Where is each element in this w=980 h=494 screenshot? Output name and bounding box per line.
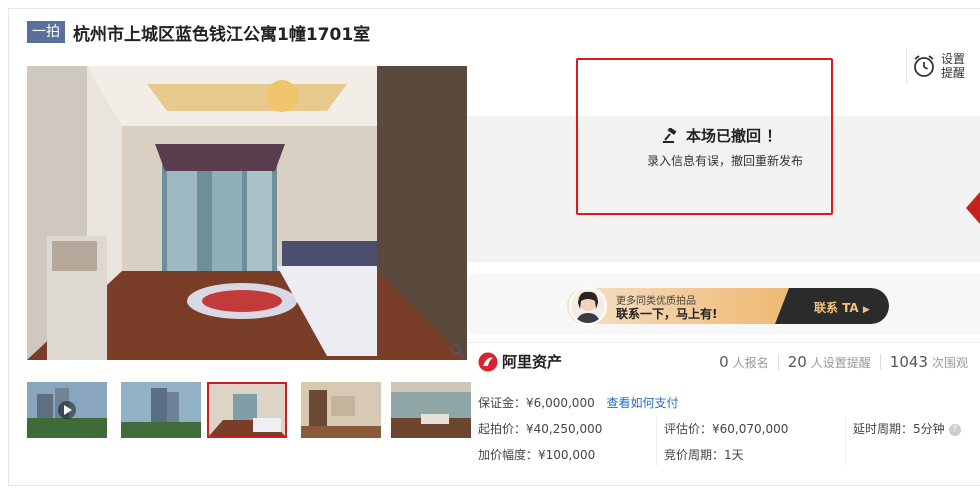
info-divider bbox=[656, 416, 657, 466]
bid-cycle: 竞价周期：1天 bbox=[664, 448, 744, 462]
appraisal-price: 评估价：¥60,070,000 bbox=[664, 422, 789, 436]
views-label: 次围观 bbox=[931, 355, 968, 370]
thumbnail-video[interactable] bbox=[27, 382, 107, 438]
how-to-pay-link[interactable]: 查看如何支付 bbox=[607, 396, 679, 410]
status-subtitle: 录入信息有误，撤回重新发布 bbox=[647, 154, 804, 168]
brand-logo[interactable]: 阿里资产 bbox=[478, 351, 562, 372]
brand-name: 阿里资产 bbox=[502, 353, 563, 371]
deposit-row: 保证金：¥6,000,000 查看如何支付 bbox=[478, 394, 679, 411]
start-price: 起拍价：¥40,250,000 bbox=[478, 422, 603, 436]
gavel-icon bbox=[663, 127, 677, 143]
zoom-button[interactable] bbox=[446, 340, 468, 362]
contact-ta-button[interactable]: 联系 TA ▶ bbox=[814, 299, 870, 316]
delay-period: 延时周期：5分钟? bbox=[853, 420, 961, 437]
thumbnail-2[interactable] bbox=[121, 382, 201, 438]
thumbnail-strip bbox=[27, 382, 471, 440]
alarm-clock-icon bbox=[914, 55, 934, 77]
stat-divider bbox=[879, 354, 881, 370]
delay-period-text: 延时周期：5分钟 bbox=[853, 422, 945, 436]
deposit-value: 保证金：¥6,000,000 bbox=[478, 396, 595, 410]
thumbnail-4[interactable] bbox=[301, 382, 381, 438]
caret-right-icon: ▶ bbox=[862, 305, 870, 315]
reminders-count: 20 bbox=[787, 353, 807, 371]
contact-ta-label: 联系 TA bbox=[814, 301, 859, 315]
thumbnail-5[interactable] bbox=[391, 382, 471, 438]
registrations-label: 人报名 bbox=[732, 355, 769, 370]
stat-divider bbox=[777, 354, 779, 370]
contact-line2: 联系一下，马上有! bbox=[616, 307, 718, 321]
magnifier-icon bbox=[450, 344, 465, 359]
reminder-label: 设置提醒 bbox=[941, 52, 966, 80]
reminders-label: 人设置提醒 bbox=[810, 355, 871, 370]
set-reminder-button[interactable]: 设置提醒 bbox=[906, 48, 970, 84]
auction-round-badge: 一拍 bbox=[27, 21, 65, 43]
agent-avatar bbox=[569, 287, 607, 325]
side-tab-arrow[interactable] bbox=[966, 192, 980, 224]
stats-bar: 0 人报名 20 人设置提醒 1043 次围观 bbox=[719, 353, 968, 371]
registrations-count: 0 bbox=[719, 353, 729, 371]
bid-increment: 加价幅度：¥100,000 bbox=[478, 448, 596, 462]
views-count: 1043 bbox=[889, 353, 928, 371]
ali-assets-logo-icon bbox=[478, 352, 498, 371]
status-title: 本场已撤回 ！ bbox=[662, 125, 781, 146]
status-title-text: 本场已撤回 ！ bbox=[686, 127, 782, 145]
page-title: 杭州市上城区蓝色钱江公寓1幢1701室 bbox=[73, 24, 371, 45]
main-photo[interactable] bbox=[27, 66, 467, 360]
thumbnail-3-selected[interactable] bbox=[207, 382, 287, 438]
help-icon[interactable]: ? bbox=[948, 424, 961, 436]
title-row: 一拍 杭州市上城区蓝色钱江公寓1幢1701室 bbox=[27, 20, 371, 45]
info-divider bbox=[845, 416, 846, 466]
